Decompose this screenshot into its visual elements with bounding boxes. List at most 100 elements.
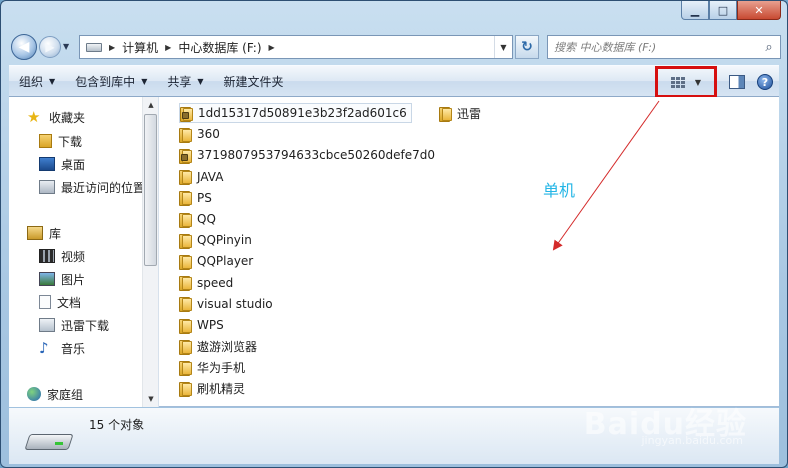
file-name: QQPinyin — [197, 233, 252, 248]
file-name: visual studio — [197, 296, 273, 311]
chevron-down-icon: ▼ — [500, 42, 507, 52]
file-item[interactable]: JAVA — [179, 167, 223, 187]
file-name: QQPlayer — [197, 254, 254, 269]
file-item[interactable]: QQPinyin — [179, 230, 252, 250]
nav-xunlei-downloads[interactable]: 迅雷下载 — [39, 315, 109, 335]
nav-music[interactable]: ♪ 音乐 — [39, 338, 85, 358]
nav-music-label: 音乐 — [61, 341, 86, 356]
file-item[interactable]: 刷机精灵 — [179, 379, 245, 399]
close-button[interactable]: ✕ — [737, 1, 781, 20]
command-bar: 组织 ▼ 包含到库中 ▼ 共享 ▼ 新建文件夹 ▼ ? — [9, 65, 779, 98]
drive-icon — [86, 42, 102, 52]
nav-recent-places[interactable]: 最近访问的位置 — [39, 177, 145, 197]
folder-icon — [179, 191, 192, 207]
folder-icon — [179, 360, 192, 376]
picture-icon — [39, 272, 55, 286]
search-input[interactable] — [548, 40, 758, 54]
refresh-button[interactable]: ↻ — [515, 35, 539, 59]
lock-icon — [181, 153, 188, 161]
help-button[interactable]: ? — [751, 69, 779, 95]
scroll-down-arrow-icon[interactable]: ▼ — [143, 391, 158, 407]
file-name: 遨游浏览器 — [197, 339, 258, 354]
document-icon — [39, 295, 51, 309]
file-item[interactable]: 华为手机 — [179, 357, 245, 377]
include-in-library-label: 包含到库中 — [75, 74, 136, 89]
file-item[interactable]: 360 — [179, 124, 220, 144]
folder-icon — [179, 339, 192, 355]
navigation-pane: ★ 收藏夹 下载 桌面 最近访问的位置 库 视频 图片 文档 迅雷下载 ♪ 音乐… — [9, 97, 159, 407]
file-item[interactable]: 遨游浏览器 — [179, 336, 257, 356]
nav-homegroup[interactable]: 家庭组 — [27, 384, 83, 404]
change-view-button[interactable]: ▼ — [655, 66, 717, 98]
content-area: ★ 收藏夹 下载 桌面 最近访问的位置 库 视频 图片 文档 迅雷下载 ♪ 音乐… — [9, 97, 779, 407]
explorer-window: ▁ □ ✕ ◀ ▶ ▼ ▶ 计算机 ▶ 中心数据库 (F:) ▶ ▼ ↻ ⌕ 组… — [0, 0, 788, 468]
file-item[interactable]: 3719807953794633cbce50260defe7d0 — [179, 145, 435, 165]
homegroup-icon — [27, 387, 41, 401]
locked-folder-icon — [179, 148, 192, 164]
nav-downloads-label: 下载 — [58, 134, 83, 149]
file-item[interactable]: PS — [179, 188, 212, 208]
new-folder-button[interactable]: 新建文件夹 — [214, 68, 294, 94]
chevron-right-icon[interactable]: ▶ — [165, 43, 171, 52]
forward-button[interactable]: ▶ — [39, 36, 61, 58]
nav-recent-places-label: 最近访问的位置 — [61, 180, 146, 195]
nav-pictures[interactable]: 图片 — [39, 269, 85, 289]
file-name: JAVA — [197, 169, 224, 184]
caption-buttons: ▁ □ ✕ — [681, 1, 781, 20]
item-count: 15 个对象 — [89, 418, 145, 432]
nav-videos[interactable]: 视频 — [39, 246, 85, 266]
file-item[interactable]: visual studio — [179, 294, 273, 314]
drive-icon — [24, 426, 74, 452]
file-item[interactable]: QQPlayer — [179, 251, 253, 271]
chevron-right-icon[interactable]: ▶ — [109, 43, 115, 52]
nav-downloads[interactable]: 下载 — [39, 131, 82, 151]
share-button[interactable]: 共享 ▼ — [157, 68, 213, 94]
nav-documents[interactable]: 文档 — [39, 292, 81, 312]
arrow-left-icon: ◀ — [18, 39, 30, 55]
chevron-down-icon: ▼ — [694, 77, 702, 87]
preview-pane-icon — [729, 75, 745, 89]
recent-pages-dropdown[interactable]: ▼ — [63, 42, 69, 51]
folder-icon — [179, 233, 192, 249]
file-item[interactable]: speed — [179, 273, 233, 293]
scrollbar-thumb[interactable] — [144, 114, 157, 266]
nav-desktop-label: 桌面 — [61, 157, 86, 172]
file-name: 华为手机 — [197, 360, 246, 375]
folder-icon — [179, 297, 192, 313]
folder-icon — [179, 127, 192, 143]
maximize-button[interactable]: □ — [709, 1, 737, 20]
breadcrumb-computer[interactable]: 计算机 — [122, 39, 158, 56]
breadcrumb-drive-f[interactable]: 中心数据库 (F:) — [178, 39, 261, 56]
nav-libraries[interactable]: 库 — [27, 223, 61, 243]
organize-button[interactable]: 组织 ▼ — [9, 68, 65, 94]
download-folder-icon — [39, 134, 52, 148]
file-item[interactable]: QQ — [179, 209, 216, 229]
toolbar-right-group: ▼ ? — [655, 66, 779, 98]
nav-desktop[interactable]: 桌面 — [39, 154, 85, 174]
refresh-icon: ↻ — [521, 39, 533, 55]
back-button[interactable]: ◀ — [11, 34, 37, 60]
file-item[interactable]: 1dd15317d50891e3b23f2ad601c6 — [179, 103, 412, 123]
share-label: 共享 — [167, 74, 192, 89]
video-icon — [39, 249, 55, 263]
scroll-up-arrow-icon[interactable]: ▲ — [143, 97, 158, 113]
nav-favorites[interactable]: ★ 收藏夹 — [27, 107, 85, 127]
nav-pictures-label: 图片 — [61, 272, 86, 287]
chevron-right-icon[interactable]: ▶ — [269, 43, 275, 52]
search-box: ⌕ — [547, 35, 781, 59]
navigation-scrollbar[interactable]: ▲ ▼ — [142, 97, 158, 407]
folder-icon — [179, 254, 192, 270]
address-dropdown-button[interactable]: ▼ — [494, 36, 512, 58]
nav-favorites-label: 收藏夹 — [49, 110, 86, 125]
chevron-down-icon: ▼ — [141, 76, 148, 86]
search-icon[interactable]: ⌕ — [758, 40, 780, 55]
file-item[interactable]: WPS — [179, 315, 224, 335]
address-bar[interactable]: ▶ 计算机 ▶ 中心数据库 (F:) ▶ ▼ — [79, 35, 513, 59]
preview-pane-button[interactable] — [723, 69, 751, 95]
file-name: 360 — [197, 127, 220, 142]
include-in-library-button[interactable]: 包含到库中 ▼ — [65, 68, 157, 94]
file-item[interactable]: 迅雷 — [439, 103, 481, 123]
minimize-button[interactable]: ▁ — [681, 1, 709, 20]
nav-libraries-label: 库 — [49, 226, 62, 241]
recent-places-icon — [39, 180, 55, 194]
